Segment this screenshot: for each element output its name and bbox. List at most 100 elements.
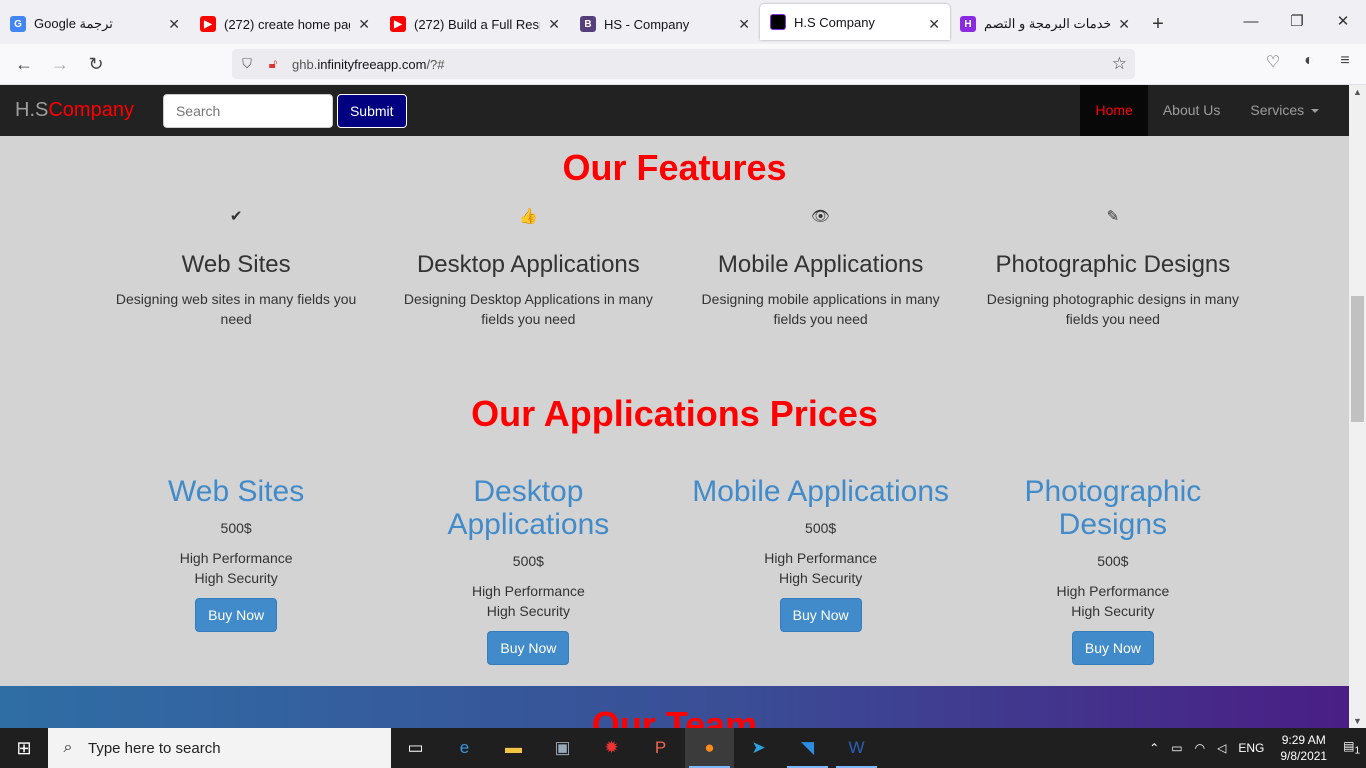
menu-icon[interactable]: ≡: [1332, 52, 1358, 72]
taskbar-search[interactable]: ⌕ Type here to search: [48, 728, 391, 768]
windows-start-icon[interactable]: ⊞: [0, 738, 48, 759]
youtube-icon: ▶: [200, 16, 216, 32]
volume-icon[interactable]: ◁: [1211, 741, 1232, 755]
new-tab-icon[interactable]: +: [1140, 4, 1176, 44]
feature-description: Designing mobile applications in many fi…: [701, 291, 940, 327]
lock-icon[interactable]: 🔓︎: [262, 56, 284, 72]
site-navbar: H.SCompany Submit Home About Us Services: [0, 85, 1349, 136]
chevron-up-icon[interactable]: ⌃: [1143, 741, 1165, 755]
price-features: High Performance High Security: [179, 550, 293, 586]
feature-card: ✎ Photographic Designs Designing photogr…: [967, 207, 1259, 329]
back-icon[interactable]: ←: [6, 54, 42, 75]
bookmark-star-icon[interactable]: ☆: [1112, 54, 1127, 74]
caret-down-icon: [1311, 109, 1319, 114]
address-bar[interactable]: ⛉ 🔓︎ ghb.infinityfreeapp.com/?# ☆: [232, 49, 1135, 79]
edge-icon[interactable]: e: [440, 728, 489, 768]
browser-tab[interactable]: ▶ (272) Build a Full Respons ✕: [380, 4, 570, 44]
checkmark-icon: ✔: [229, 208, 243, 225]
eye-icon: 👁: [811, 208, 831, 225]
browser-tab[interactable]: ▶ (272) create home page in ✕: [190, 4, 380, 44]
file-explorer-icon[interactable]: ▬: [489, 728, 538, 768]
close-window-icon[interactable]: ✕: [1320, 0, 1366, 44]
feature-title: Web Sites: [181, 251, 291, 278]
site-icon: [770, 14, 786, 30]
prices-row: Web Sites 500$ High Performance High Secu…: [90, 475, 1259, 665]
shield-icon[interactable]: ⛉: [236, 56, 258, 72]
pocket-icon[interactable]: ♡: [1260, 52, 1286, 72]
close-icon[interactable]: ✕: [548, 16, 560, 33]
browser-tab[interactable]: B HS - Company ✕: [570, 4, 760, 44]
scroll-down-icon[interactable]: ▼: [1353, 716, 1362, 726]
word-icon[interactable]: W: [832, 728, 881, 768]
buy-now-button[interactable]: Buy Now: [487, 631, 570, 665]
telegram-icon[interactable]: ➤: [734, 728, 783, 768]
wifi-icon[interactable]: ◠: [1189, 741, 1211, 755]
menu-item-about[interactable]: About Us: [1148, 85, 1236, 136]
price-title: Mobile Applications: [692, 475, 950, 508]
firefox-icon[interactable]: ●: [685, 728, 734, 768]
site-brand[interactable]: H.SCompany: [15, 99, 134, 122]
extension-icon[interactable]: ◐: [1296, 52, 1322, 72]
price-value: 500$: [220, 520, 252, 536]
web-page: H.SCompany Submit Home About Us Services…: [0, 85, 1349, 728]
task-view-icon[interactable]: ▭: [391, 728, 440, 768]
price-title: Photographic Designs: [1024, 475, 1202, 541]
price-card: Photographic Designs 500$ High Performan…: [967, 475, 1259, 665]
bootstrap-icon: B: [580, 16, 596, 32]
feature-title: Mobile Applications: [717, 251, 924, 278]
reload-icon[interactable]: ↻: [78, 54, 114, 75]
price-value: 500$: [512, 553, 544, 569]
tab-label: (272) create home page in: [224, 16, 350, 32]
feature-title: Photographic Designs: [995, 251, 1231, 278]
page-scrollbar[interactable]: ▲ ▼: [1349, 85, 1366, 728]
restore-icon[interactable]: ❐: [1274, 0, 1320, 44]
buy-now-button[interactable]: Buy Now: [779, 598, 862, 632]
vscode-icon[interactable]: ◥: [783, 728, 832, 768]
feature-title: Desktop Applications: [416, 251, 640, 278]
team-title: Our Team: [591, 704, 758, 728]
features-row: ✔ Web Sites Designing web sites in many …: [90, 207, 1259, 329]
toolbar-extensions: ♡ ◐ ≡: [1260, 52, 1358, 72]
site-menu: Home About Us Services: [1080, 85, 1334, 136]
language-indicator[interactable]: ENG: [1232, 741, 1270, 755]
search-input[interactable]: [162, 93, 333, 128]
url-text[interactable]: ghb.infinityfreeapp.com/?#: [292, 57, 445, 72]
menu-item-services[interactable]: Services: [1235, 85, 1334, 136]
postman-icon[interactable]: P: [636, 728, 685, 768]
browser-tab-active[interactable]: H.S Company ✕: [760, 4, 950, 40]
tab-label: Google ترجمة: [34, 16, 113, 31]
browser-tab[interactable]: H كل خدمات البرمجة و التصم ✕: [950, 4, 1140, 44]
notification-icon[interactable]: ▤1: [1337, 739, 1366, 756]
forward-icon[interactable]: →: [42, 54, 78, 75]
buy-now-button[interactable]: Buy Now: [1071, 631, 1154, 665]
security-app-icon[interactable]: ✹: [587, 728, 636, 768]
submit-button[interactable]: Submit: [336, 93, 407, 128]
price-card: Desktop Applications 500$ High Performan…: [382, 475, 674, 665]
close-icon[interactable]: ✕: [358, 16, 370, 33]
team-section: Our Team: [0, 686, 1349, 728]
windows-taskbar: ⊞ ⌕ Type here to search ▭ e ▬ ▣ ✹ P ● ➤ …: [0, 728, 1366, 768]
minimize-icon[interactable]: —: [1228, 0, 1274, 44]
battery-icon[interactable]: ▭: [1165, 741, 1188, 755]
price-features: High Performance High Security: [764, 550, 878, 586]
site-icon: H: [960, 16, 976, 32]
scroll-up-icon[interactable]: ▲: [1353, 87, 1362, 97]
search-icon: ⌕: [63, 739, 73, 756]
close-icon[interactable]: ✕: [1118, 16, 1130, 33]
google-translate-icon: G: [10, 16, 26, 32]
buy-now-button[interactable]: Buy Now: [195, 598, 278, 632]
close-icon[interactable]: ✕: [168, 16, 180, 33]
youtube-icon: ▶: [390, 16, 406, 32]
close-icon[interactable]: ✕: [928, 16, 940, 33]
prices-title: Our Applications Prices: [471, 393, 878, 434]
clock[interactable]: 9:29 AM 9/8/2021: [1270, 732, 1337, 764]
browser-tab[interactable]: G Google ترجمة ✕: [0, 4, 190, 44]
thumbs-up-icon: 👍: [519, 208, 538, 225]
taskbar-search-placeholder: Type here to search: [88, 739, 221, 757]
scrollbar-thumb[interactable]: [1351, 296, 1364, 422]
close-icon[interactable]: ✕: [738, 16, 750, 33]
menu-item-home[interactable]: Home: [1080, 85, 1148, 136]
pencil-icon: ✎: [1106, 208, 1120, 225]
image-app-icon[interactable]: ▣: [538, 728, 587, 768]
feature-description: Designing web sites in many fields you n…: [115, 291, 357, 327]
